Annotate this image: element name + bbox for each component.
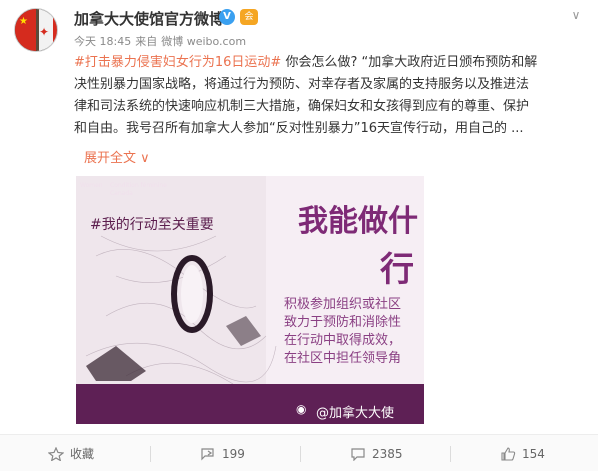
image-line: 在行动中取得成效， (284, 333, 402, 348)
image-footer-women: Women (80, 182, 103, 189)
post-source[interactable]: 微博 weibo.com (161, 35, 246, 48)
image-footer-agency: Condition féminine Canada (110, 182, 167, 198)
comment-count: 2385 (372, 446, 403, 461)
post-line-3: 律和司法系统的快速响应机制三大措施，确保妇女和女孩得到应有的尊重、保护 (74, 99, 530, 114)
avatar[interactable]: ★ ✦ (14, 8, 58, 52)
image-line: 在社区中担任领导角 (284, 351, 402, 366)
expand-full-text-link[interactable]: 展开全文 ∨ (84, 147, 150, 166)
post-line-1: #打击暴力侵害妇女行为16日运动# 你会怎么做? “加拿大政府近日颁布预防和解 (74, 52, 574, 74)
image-watermark: @加拿大大使 (316, 406, 395, 421)
topic-link[interactable]: #打击暴力侵害妇女行为16日运动# (74, 55, 281, 70)
image-hashtag: #我的行动至关重要 (90, 217, 214, 233)
verified-v-icon: V (219, 9, 235, 25)
action-bar: 收藏 199 2385 154 (0, 434, 598, 471)
divider (450, 446, 451, 462)
thumbs-up-icon (501, 446, 516, 461)
divider (150, 446, 151, 462)
image-title: 我能做什 (298, 204, 418, 239)
username[interactable]: 加拿大大使馆官方微博 (74, 8, 224, 29)
image-line: 积极参加组织或社区 (284, 297, 402, 312)
post-line-2: 决性别暴力国家战略，将通过行为预防、对幸存者及家属的支持服务以及推进法 (74, 77, 530, 92)
weibo-post: ★ ✦ 加拿大大使馆官方微博 V 会 ∨ 今天 18:45 来自 微博 weibo.… (0, 0, 598, 471)
repost-icon (201, 447, 214, 460)
favorite-button[interactable]: 收藏 (48, 435, 94, 471)
flag-star-icon: ★ (19, 16, 28, 27)
comment-icon (351, 447, 365, 461)
favorite-label: 收藏 (70, 447, 95, 461)
post-text: #打击暴力侵害妇女行为16日运动# 你会怎么做? “加拿大政府近日颁布预防和解 … (74, 52, 574, 140)
like-button[interactable]: 154 (500, 435, 545, 471)
post-meta: 今天 18:45 来自 微博 weibo.com (74, 33, 250, 49)
star-icon (48, 446, 64, 461)
source-prefix: 来自 (135, 35, 158, 48)
flag-pole (36, 9, 39, 51)
repost-button[interactable]: 199 (200, 435, 245, 471)
weibo-logo-icon: ◉ (296, 402, 307, 416)
post-image[interactable]: #我的行动至关重要 我能做什 行 积极参加组织或社区 致力于预防和消除性 在行动… (76, 176, 424, 424)
image-footer-agency-line: Canada (110, 190, 133, 197)
repost-count: 199 (222, 446, 245, 461)
image-line: 致力于预防和消除性 (284, 315, 402, 330)
expand-label: 展开全文 (84, 151, 137, 166)
vip-badge-icon: 会 (240, 9, 258, 25)
image-title-2: 行 (380, 250, 414, 290)
chevron-down-icon[interactable]: ∨ (567, 8, 585, 22)
chevron-down-icon: ∨ (140, 151, 150, 166)
comment-button[interactable]: 2385 (350, 435, 403, 471)
image-footer-agency-line: Condition féminine (110, 182, 167, 189)
post-time: 今天 18:45 (74, 35, 132, 48)
flag-bar (53, 9, 57, 51)
divider (300, 446, 301, 462)
maple-leaf-icon: ✦ (39, 25, 50, 39)
like-count: 154 (522, 446, 545, 461)
post-line-1-text: 你会怎么做? “加拿大政府近日颁布预防和解 (281, 55, 538, 70)
post-line-4: 和自由。我号召所有加拿大人参加“反对性别暴力”16天宣传行动，用自己的 ... (74, 121, 524, 136)
image-text-lines: 积极参加组织或社区 致力于预防和消除性 在行动中取得成效， 在社区中担任领导角 (284, 296, 401, 368)
